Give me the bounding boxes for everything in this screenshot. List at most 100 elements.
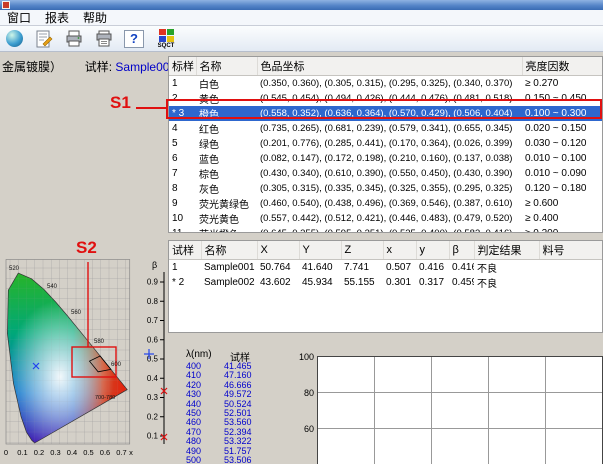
beta-tick: 0.3 [147, 393, 159, 402]
sample-x: 0.301 [383, 275, 416, 290]
sample-y: 0.317 [416, 275, 449, 290]
wavelength-label: 560 [71, 310, 82, 316]
standard-luminance: ≥ 0.600 [522, 196, 602, 211]
annotation-s1-rect [166, 99, 602, 119]
sample-row[interactable]: 1Sample00150.76441.6407.7410.5070.4160.4… [169, 260, 602, 276]
sample-value: Sample002 [115, 60, 176, 74]
chart-y-tick-100: 100 [299, 352, 314, 362]
sample-part [539, 275, 602, 290]
standard-coords: (0.430, 0.340), (0.610, 0.390), (0.550, … [257, 166, 522, 181]
standard-id: 6 [169, 151, 196, 166]
chromaticity-diagram: 520 540 560 580 600 700-780 0 0.1 0.2 0.… [2, 258, 135, 462]
standard-coords: (0.645, 0.355), (0.595, 0.351), (0.535, … [257, 226, 522, 233]
beta-tick: 0.6 [147, 335, 159, 344]
beta-tick: 0.8 [147, 297, 159, 306]
standard-luminance: 0.120 ~ 0.180 [522, 181, 602, 196]
samples-col-name: 名称 [201, 241, 257, 260]
report-edit-icon[interactable] [32, 28, 56, 50]
x-tick: 0.3 [50, 448, 60, 457]
standard-id: 4 [169, 121, 196, 136]
sample-y: 0.416 [416, 260, 449, 276]
beta-axis: β 0.9 0.8 0.7 0.6 0.5 0.4 0.3 0.2 0.1 [142, 258, 182, 458]
wavelength-column-header: λ(nm) [186, 349, 212, 360]
x-axis-ticks: 0 0.1 0.2 0.3 0.4 0.5 0.6 0.7 x [4, 448, 133, 457]
standards-col-id: 标样 [169, 57, 196, 76]
menu-window[interactable]: 窗口 [0, 10, 38, 26]
sample-name: Sample002 [201, 275, 257, 290]
menu-report[interactable]: 报表 [38, 10, 76, 26]
standard-id: 9 [169, 196, 196, 211]
sample-result: 不良 [474, 275, 539, 290]
standard-coords: (0.201, 0.776), (0.285, 0.441), (0.170, … [257, 136, 522, 151]
standards-col-name: 名称 [196, 57, 257, 76]
print-icon[interactable] [62, 28, 86, 50]
samples-col-y: y [416, 241, 449, 260]
standard-name: 荧光黄绿色 [196, 196, 257, 211]
samples-col-x: x [383, 241, 416, 260]
standard-row[interactable]: 1白色(0.350, 0.360), (0.305, 0.315), (0.29… [169, 76, 602, 92]
wavelength-label: 700-780 [95, 395, 115, 401]
sample-header: 金属镀膜） 试样: Sample002 [2, 58, 176, 75]
standard-row[interactable]: 5绿色(0.201, 0.776), (0.285, 0.441), (0.17… [169, 136, 602, 151]
chart-plot-area [317, 356, 603, 464]
standard-row[interactable]: 7棕色(0.430, 0.340), (0.610, 0.390), (0.55… [169, 166, 602, 181]
samples-col-beta: β [449, 241, 474, 260]
x-tick: 0.7 [116, 448, 126, 457]
standard-name: 蓝色 [196, 151, 257, 166]
report-edit-glyph [34, 29, 54, 49]
window-titlebar[interactable] [0, 0, 603, 10]
sample-result: 不良 [474, 260, 539, 276]
beta-tick: 0.2 [147, 412, 159, 421]
app-window: 窗口 报表 帮助 [0, 0, 603, 464]
standards-table: 标样 名称 色品坐标 亮度因数 1白色(0.350, 0.360), (0.30… [168, 56, 603, 233]
standard-luminance: 0.030 ~ 0.120 [522, 136, 602, 151]
standard-name: 灰色 [196, 181, 257, 196]
sample-row[interactable]: * 2Sample00243.60245.93455.1550.3010.317… [169, 275, 602, 290]
standard-row[interactable]: 10荧光黄色(0.557, 0.442), (0.512, 0.421), (0… [169, 211, 602, 226]
standard-row[interactable]: 11荧光橙色(0.645, 0.355), (0.595, 0.351), (0… [169, 226, 602, 233]
sample-Y: 41.640 [299, 260, 341, 276]
sample-x: 0.507 [383, 260, 416, 276]
sqct-color-squares [159, 29, 174, 42]
standard-coords: (0.350, 0.360), (0.305, 0.315), (0.295, … [257, 76, 522, 92]
samples-col-Z: Z [341, 241, 383, 260]
spectral-row: 50053.506 [186, 456, 252, 464]
samples-table: 试样 名称 X Y Z x y β 判定结果 料号 1Sample00150.7… [168, 240, 603, 333]
wavelength-label: 520 [9, 266, 20, 272]
beta-tick-marks [160, 282, 164, 436]
standards-header-row: 标样 名称 色品坐标 亮度因数 [169, 57, 602, 76]
sample-label: 试样: [85, 60, 112, 74]
print-preview-glyph [94, 29, 114, 49]
standard-luminance: ≥ 0.270 [522, 76, 602, 92]
color-wheel-icon[interactable] [2, 28, 26, 50]
standard-id: 1 [169, 76, 196, 92]
standard-row[interactable]: 6蓝色(0.082, 0.147), (0.172, 0.198), (0.21… [169, 151, 602, 166]
sqct-icon[interactable]: SQCT [152, 28, 180, 50]
help-icon[interactable]: ? [122, 28, 146, 50]
samples-header-row: 试样 名称 X Y Z x y β 判定结果 料号 [169, 241, 602, 260]
wavelength-value: 500 [186, 456, 224, 464]
chart-y-tick-60: 60 [304, 424, 314, 434]
standards-col-coords: 色品坐标 [257, 57, 522, 76]
annotation-s1: S1 [110, 94, 131, 112]
samples-col-X: X [257, 241, 299, 260]
standard-row[interactable]: 9荧光黄绿色(0.460, 0.540), (0.438, 0.496), (0… [169, 196, 602, 211]
standard-luminance: 0.020 ~ 0.150 [522, 121, 602, 136]
print-preview-icon[interactable] [92, 28, 116, 50]
sample-beta: 0.416 [449, 260, 474, 276]
standard-row[interactable]: 4红色(0.735, 0.265), (0.681, 0.239), (0.57… [169, 121, 602, 136]
spectral-header: λ(nm) 试样 [184, 349, 298, 361]
beta-tick: 0.9 [147, 278, 159, 287]
spectral-rows[interactable]: 40041.46541047.16042046.66643049.5724405… [186, 362, 252, 464]
chart-y-tick-80: 80 [304, 388, 314, 398]
samples-col-result: 判定结果 [474, 241, 539, 260]
wavelength-label: 580 [94, 339, 105, 345]
standard-id: 10 [169, 211, 196, 226]
menu-help[interactable]: 帮助 [76, 10, 114, 26]
annotation-s1-line [136, 107, 166, 109]
standard-row[interactable]: 8灰色(0.305, 0.315), (0.335, 0.345), (0.32… [169, 181, 602, 196]
spectral-table: λ(nm) 试样 40041.46541047.16042046.6664304… [184, 349, 298, 464]
standard-luminance: ≥ 0.200 [522, 226, 602, 233]
standard-luminance: 0.010 ~ 0.090 [522, 166, 602, 181]
standards-col-luminance: 亮度因数 [522, 57, 602, 76]
